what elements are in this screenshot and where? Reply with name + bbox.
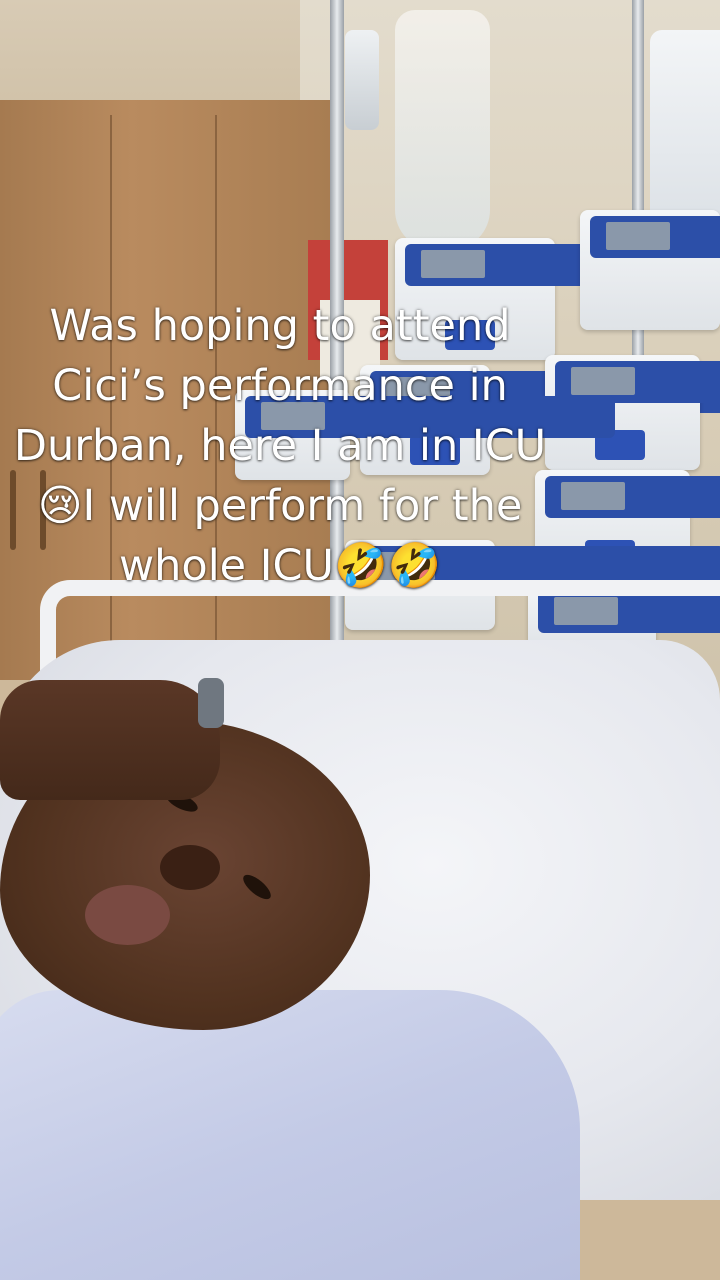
caption-line: 😢I will perform for the — [37, 481, 523, 531]
iv-bag — [395, 10, 490, 250]
infusion-pump — [580, 210, 720, 330]
caption-line: whole ICU🤣🤣 — [118, 541, 442, 591]
caption-line: Cici’s performance in — [52, 361, 508, 411]
nose — [160, 845, 220, 890]
hand — [0, 680, 220, 800]
pulse-oximeter — [198, 678, 224, 728]
overlay-caption: Was hoping to attend Cici’s performance … — [0, 296, 560, 596]
photo-scene: Was hoping to attend Cici’s performance … — [0, 0, 720, 1280]
drip-chamber — [345, 30, 379, 130]
blanket — [0, 990, 580, 1280]
caption-line: Was hoping to attend — [49, 301, 511, 351]
lips — [85, 885, 170, 945]
caption-line: Durban, here I am in ICU — [13, 421, 547, 471]
